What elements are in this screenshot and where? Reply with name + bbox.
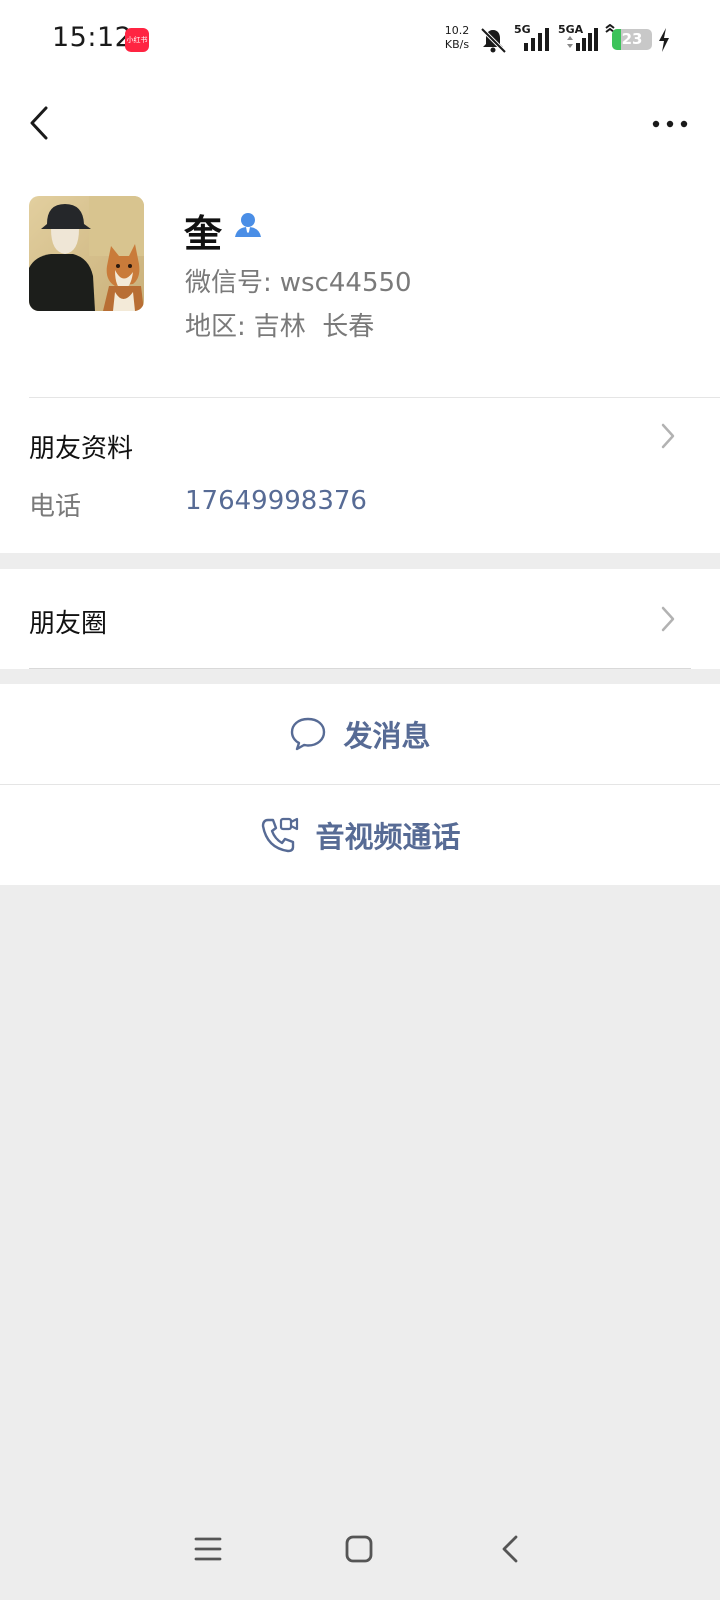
send-message-button[interactable]: 发消息 — [0, 684, 720, 784]
phone-number-link[interactable]: 17649998376 — [185, 486, 367, 516]
more-dots-icon — [652, 120, 688, 128]
phone-video-icon — [262, 817, 299, 853]
chevron-right-icon — [661, 423, 675, 449]
region-line: 地区: 吉林 长春 — [185, 306, 374, 343]
friend-info-title: 朋友资料 — [29, 434, 134, 464]
bell-muted-icon — [480, 27, 507, 54]
signal-icon — [567, 28, 598, 51]
signal-icon — [524, 28, 549, 51]
network-speed-unit: KB/s — [444, 38, 470, 51]
wechat-id-line: 微信号: wsc44550 — [185, 262, 412, 299]
back-button[interactable] — [16, 100, 62, 146]
friend-info-row[interactable]: 朋友资料 — [0, 398, 720, 553]
region-value: 吉林 长春 — [253, 312, 375, 342]
phone-label: 电话 — [29, 492, 82, 522]
send-message-label: 发消息 — [343, 719, 431, 753]
wechat-id-value: wsc44550 — [279, 268, 412, 298]
home-icon[interactable] — [344, 1534, 374, 1564]
network-speed-value: 10.2 — [444, 24, 470, 37]
battery-icon: 23 — [612, 29, 652, 50]
video-call-label: 音视频通话 — [315, 820, 461, 854]
menu-icon[interactable] — [193, 1534, 223, 1564]
charging-bolt-icon — [659, 28, 669, 52]
region-label: 地区: — [185, 312, 246, 342]
chat-bubble-icon — [291, 717, 326, 751]
wechat-id-label: 微信号: — [185, 268, 272, 298]
chevron-right-icon — [661, 606, 675, 632]
app-notification-badge: 小红书 — [125, 28, 149, 52]
section-divider — [29, 668, 691, 669]
contact-person-icon — [235, 213, 261, 237]
more-button[interactable] — [644, 104, 696, 144]
back-nav-icon[interactable] — [498, 1534, 522, 1564]
avatar[interactable] — [29, 196, 144, 311]
moments-row[interactable]: 朋友圈 — [0, 569, 720, 669]
avatar-image — [29, 196, 144, 311]
video-call-button[interactable]: 音视频通话 — [0, 785, 720, 885]
chevron-left-icon — [30, 106, 48, 140]
network-speed: 10.2 KB/s — [440, 24, 474, 52]
moments-title: 朋友圈 — [29, 609, 108, 639]
battery-level: 23 — [621, 30, 643, 48]
profile-name: 奎 — [184, 212, 223, 256]
status-time: 15:12 — [52, 22, 133, 53]
